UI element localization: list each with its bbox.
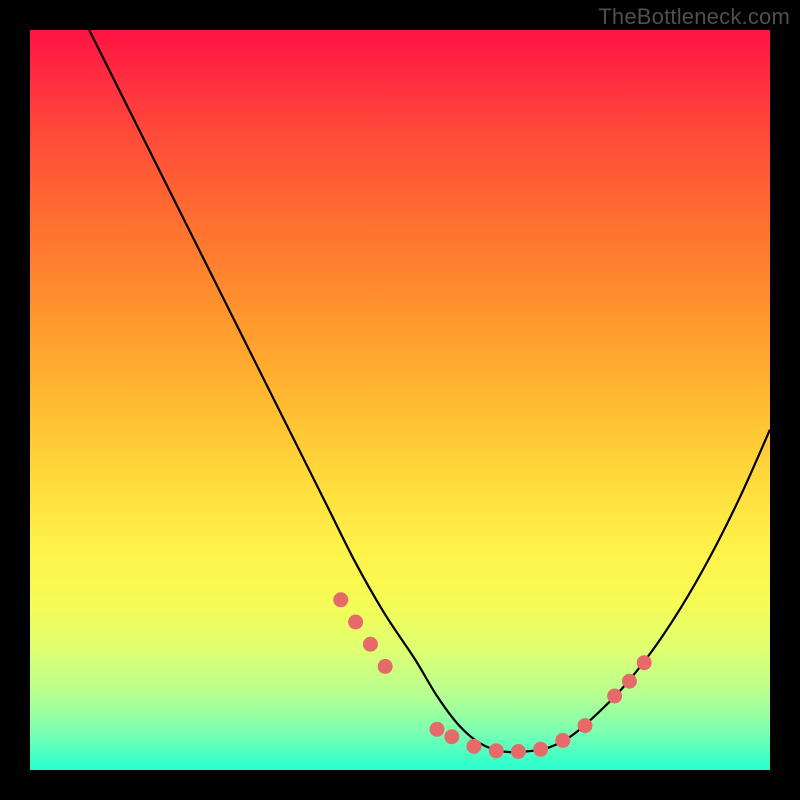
fit-point [333, 592, 348, 607]
fit-point [607, 689, 622, 704]
fit-point [467, 739, 482, 754]
fit-point [489, 743, 504, 758]
fit-point [363, 637, 378, 652]
fit-point [637, 655, 652, 670]
fit-point [622, 674, 637, 689]
fit-point [533, 742, 548, 757]
watermark-text: TheBottleneck.com [598, 4, 790, 30]
fit-point [511, 744, 526, 759]
plot-area [30, 30, 770, 770]
curve-layer [30, 30, 770, 770]
fit-point-markers [333, 592, 651, 759]
bottleneck-curve-line [89, 30, 770, 752]
fit-point [578, 718, 593, 733]
fit-point [444, 729, 459, 744]
fit-point [348, 615, 363, 630]
fit-point [430, 722, 445, 737]
fit-point [378, 659, 393, 674]
fit-point [555, 733, 570, 748]
chart-frame: TheBottleneck.com [0, 0, 800, 800]
